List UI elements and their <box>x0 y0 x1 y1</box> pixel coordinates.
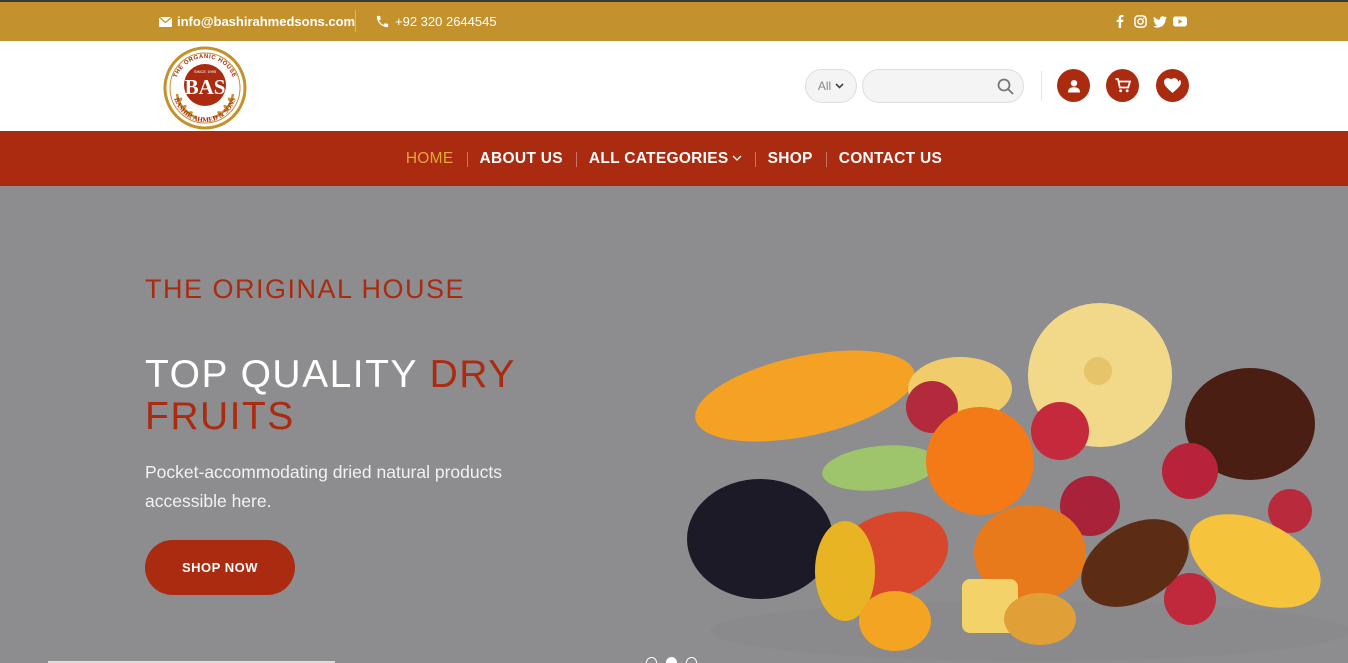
phone-icon <box>376 15 389 28</box>
nav-home[interactable]: HOME <box>393 150 467 168</box>
category-select[interactable]: All <box>805 69 857 103</box>
instagram-icon[interactable] <box>1133 15 1147 29</box>
chevron-down-icon <box>732 155 742 161</box>
slider-dot-2[interactable] <box>666 657 677 663</box>
logo-since-text: SINCE 1995 <box>194 69 217 74</box>
search-icon[interactable] <box>997 78 1014 95</box>
slider-dots <box>646 657 697 663</box>
youtube-icon[interactable] <box>1173 15 1187 29</box>
phone-link[interactable]: +92 320 2644545 <box>375 2 497 41</box>
header-divider <box>1041 71 1042 101</box>
search-bar: All <box>805 69 1024 103</box>
search-field <box>862 69 1024 103</box>
social-links <box>1113 2 1187 41</box>
nav-home-label: HOME <box>405 149 454 167</box>
hero-kicker: THE ORIGINAL HOUSE <box>145 274 466 304</box>
dried-fruits-image <box>687 303 1348 661</box>
nav-shop[interactable]: SHOP <box>754 149 826 168</box>
wishlist-button[interactable] <box>1156 69 1189 102</box>
brand-logo[interactable]: THE ORGANIC HOUSE SINCE 1995 BAS BASHIR … <box>161 44 249 130</box>
nav-contact-us[interactable]: CONTACT US <box>825 149 955 168</box>
nav-about-us[interactable]: ABOUT US <box>466 149 576 168</box>
account-icon <box>1067 79 1080 92</box>
email-text: info@bashirahmedsons.com <box>177 14 356 29</box>
shop-now-button[interactable]: SHOP NOW <box>145 540 295 595</box>
facebook-icon[interactable] <box>1113 15 1127 29</box>
category-select-value: All <box>817 79 832 93</box>
slider-dot-3[interactable] <box>686 657 697 663</box>
heart-icon <box>1164 78 1181 93</box>
nav-all-categories[interactable]: ALL CATEGORIES <box>575 149 755 168</box>
hero-headline: TOP QUALITY DRY FRUITS <box>145 354 565 438</box>
cart-button[interactable] <box>1106 69 1139 102</box>
cart-icon <box>1115 78 1131 93</box>
hero-headline-main: TOP QUALITY <box>145 353 430 396</box>
email-link[interactable]: info@bashirahmedsons.com <box>159 2 355 41</box>
nav-contact-us-label: CONTACT US <box>838 149 943 167</box>
top-bar: info@bashirahmedsons.com +92 320 2644545 <box>0 0 1348 41</box>
envelope-icon <box>159 16 172 27</box>
logo-initials: BAS <box>185 75 226 99</box>
hero-slider: THE ORIGINAL HOUSE TOP QUALITY DRY FRUIT… <box>0 186 1348 663</box>
slider-dot-1[interactable] <box>646 657 657 663</box>
account-button[interactable] <box>1057 69 1090 102</box>
chevron-down-icon <box>835 83 844 89</box>
twitter-icon[interactable] <box>1153 15 1167 29</box>
nav-about-us-label: ABOUT US <box>479 149 563 167</box>
nav-all-categories-label: ALL CATEGORIES <box>588 149 729 167</box>
site-header: THE ORGANIC HOUSE SINCE 1995 BAS BASHIR … <box>0 41 1348 131</box>
hero-tagline: Pocket-accommodating dried natural produ… <box>145 462 502 511</box>
nav-shop-label: SHOP <box>767 149 813 167</box>
phone-text: +92 320 2644545 <box>395 14 497 29</box>
main-nav: HOME ABOUT US ALL CATEGORIES SHOP CONTAC… <box>0 131 1348 186</box>
topbar-divider <box>355 10 356 32</box>
